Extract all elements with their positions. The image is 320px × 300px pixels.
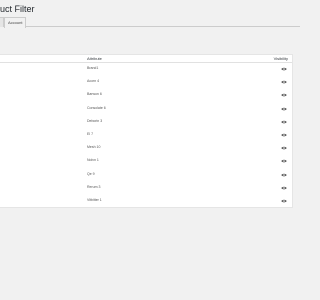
attribute-name: Nolvn 1 bbox=[87, 158, 99, 163]
eye-icon[interactable] bbox=[281, 199, 287, 203]
column-header-visibility: Visibility bbox=[273, 56, 288, 61]
eye-icon[interactable] bbox=[281, 80, 287, 84]
attribute-name: Mesh 10 bbox=[87, 145, 101, 150]
eye-icon[interactable] bbox=[281, 107, 287, 111]
attribute-name: El 7 bbox=[87, 132, 94, 136]
table-row: El 7 bbox=[0, 129, 292, 141]
attribute-name: Consolate 6 bbox=[87, 105, 106, 110]
column-header-attribute: Attribute bbox=[87, 56, 102, 61]
attribute-name: Rerum 3 bbox=[87, 184, 101, 189]
table-row: Mesh 10 bbox=[0, 142, 292, 154]
attribute-name: Barwon 6 bbox=[87, 92, 102, 97]
table-row: Nolvn 1 bbox=[0, 155, 292, 167]
eye-icon[interactable] bbox=[281, 67, 287, 71]
attribute-name: Deborin 3 bbox=[87, 118, 103, 123]
eye-icon[interactable] bbox=[281, 146, 287, 150]
eye-icon[interactable] bbox=[281, 120, 287, 124]
eye-icon[interactable] bbox=[281, 133, 287, 137]
page-title: uct Filter bbox=[0, 4, 35, 14]
attribute-name: Qe 9 bbox=[87, 171, 95, 176]
attribute-name: Vitbitter 1 bbox=[87, 198, 102, 202]
eye-icon[interactable] bbox=[281, 173, 287, 177]
table-row: Rerum 3 bbox=[0, 182, 292, 194]
table-header: Attribute Visibility bbox=[0, 55, 292, 63]
eye-icon[interactable] bbox=[281, 159, 287, 163]
tab-account[interactable]: Account bbox=[4, 17, 27, 28]
table-row: Acorn 4 bbox=[0, 76, 292, 88]
attribute-name: Brand1 bbox=[87, 66, 99, 70]
attribute-table: Attribute Visibility Brand1 Acorn 4 Barwon… bbox=[0, 54, 293, 208]
attribute-name: Acorn 4 bbox=[87, 79, 100, 84]
table-row: Consolate 6 bbox=[0, 103, 292, 115]
table-row: Brand1 bbox=[0, 63, 292, 75]
table-row: Vitbitter 1 bbox=[0, 195, 292, 207]
table-row: Deborin 3 bbox=[0, 116, 292, 128]
eye-icon[interactable] bbox=[281, 93, 287, 97]
table-row: Barwon 6 bbox=[0, 89, 292, 101]
tab-bar: Account bbox=[0, 17, 300, 28]
table-row: Qe 9 bbox=[0, 169, 292, 181]
eye-icon[interactable] bbox=[281, 186, 287, 190]
